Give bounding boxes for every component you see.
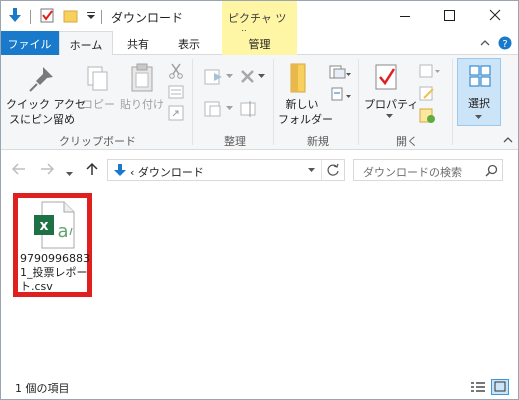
close-button[interactable] <box>472 1 519 31</box>
new-folder-qat-icon[interactable] <box>63 9 78 23</box>
tab-manage[interactable]: 管理 <box>222 31 297 55</box>
properties-check-icon[interactable] <box>40 8 55 23</box>
up-button[interactable] <box>86 162 98 180</box>
group-separator <box>358 59 359 145</box>
new-group-label: 新規 <box>307 135 329 148</box>
forward-button[interactable] <box>40 163 55 179</box>
history-icon[interactable] <box>419 108 437 124</box>
cut-icon[interactable] <box>168 63 184 79</box>
ribbon-collapse-icon[interactable] <box>478 36 492 50</box>
select-label: 選択 <box>468 97 490 110</box>
svg-text:?: ? <box>502 39 507 50</box>
clipboard-group-label: クリップボード <box>59 135 136 148</box>
qat-separator <box>30 10 31 24</box>
copy-path-icon[interactable] <box>168 85 184 99</box>
minimize-button[interactable] <box>382 1 427 31</box>
new-folder-label-line1: 新しい <box>285 98 319 111</box>
address-path: ‹ ダウンロード <box>130 166 204 179</box>
tab-file[interactable]: ファイル <box>0 31 59 55</box>
new-item-icon[interactable] <box>329 64 351 82</box>
delete-dropdown-icon[interactable] <box>258 74 266 80</box>
group-separator <box>273 59 274 145</box>
svg-text:a: a <box>57 221 68 242</box>
large-icons-view-icon[interactable] <box>491 379 509 395</box>
group-separator <box>452 59 453 145</box>
properties-icon <box>375 64 397 90</box>
copy-to-dropdown-icon[interactable] <box>226 106 234 112</box>
address-bar[interactable]: ‹ ダウンロード <box>107 159 345 181</box>
delete-icon[interactable] <box>240 69 256 85</box>
minimize-icon <box>400 16 410 17</box>
properties-button[interactable]: プロパティ <box>364 97 418 112</box>
pin-label-line1: クイック アクセ <box>6 98 86 111</box>
download-folder-icon <box>9 8 21 22</box>
select-dropdown-icon <box>475 115 482 119</box>
excel-csv-icon: x a <box>34 201 75 249</box>
copy-icon <box>87 66 108 91</box>
pin-quick-access-button[interactable]: クイック アクセ スにピン留め <box>6 97 86 127</box>
back-button[interactable] <box>11 163 26 179</box>
refresh-icon[interactable] <box>326 163 340 177</box>
new-folder-button[interactable]: 新しい フォルダー <box>278 97 333 127</box>
move-to-icon[interactable] <box>204 67 228 87</box>
open-group-label: 開く <box>396 135 418 148</box>
ribbon-pin-collapse-icon[interactable] <box>502 135 514 145</box>
open-icon[interactable] <box>419 64 441 80</box>
address-dropdown-icon[interactable] <box>308 168 316 174</box>
new-folder-label-line2: フォルダー <box>278 113 333 126</box>
details-view-icon[interactable] <box>470 381 486 393</box>
tab-share[interactable]: 共有 <box>113 31 163 55</box>
paste-button[interactable]: 貼り付け <box>120 97 164 112</box>
new-folder-icon <box>290 63 306 93</box>
address-separator <box>321 160 322 180</box>
properties-dropdown-icon[interactable] <box>386 114 394 120</box>
maximize-button[interactable] <box>427 1 472 31</box>
maximize-icon <box>444 10 455 21</box>
window-title: ダウンロード <box>111 11 184 25</box>
group-separator <box>192 59 193 145</box>
recent-dropdown-icon <box>66 172 73 176</box>
paste-icon <box>131 63 153 92</box>
picture-tools-header: ピクチャ ツール <box>222 1 297 41</box>
easy-access-icon[interactable] <box>329 86 351 104</box>
close-icon <box>489 9 501 21</box>
recent-locations-button[interactable] <box>66 166 74 182</box>
search-box[interactable]: ダウンロードの検索 <box>353 159 503 181</box>
title-separator <box>101 10 102 24</box>
download-location-icon <box>114 164 126 176</box>
qat-dropdown-icon[interactable] <box>86 11 96 21</box>
search-icon[interactable] <box>485 164 498 177</box>
help-icon[interactable]: ? <box>498 36 512 50</box>
edit-icon[interactable] <box>419 86 437 102</box>
tab-view[interactable]: 表示 <box>163 31 215 55</box>
title-bar: ダウンロード ピクチャ ツール <box>0 0 519 41</box>
forward-arrow-icon <box>41 163 55 175</box>
ribbon-tab-row: ファイル ホーム 共有 表示 管理 ? <box>0 31 519 56</box>
tab-home[interactable]: ホーム <box>59 31 113 56</box>
pin-icon <box>29 67 53 92</box>
rename-icon[interactable] <box>240 99 258 119</box>
svg-text:x: x <box>39 218 48 234</box>
select-button[interactable]: 選択 <box>457 58 501 126</box>
select-grid-icon <box>469 65 491 87</box>
copy-to-icon[interactable] <box>204 99 228 119</box>
organize-group-label: 整理 <box>224 135 246 148</box>
up-arrow-icon <box>86 162 98 175</box>
search-placeholder: ダウンロードの検索 <box>363 166 462 179</box>
file-name: 97909968831_投票レポート.csv <box>20 252 90 293</box>
item-count: 1 個の項目 <box>15 382 70 395</box>
copy-button[interactable]: コピー <box>82 97 115 112</box>
back-arrow-icon <box>11 163 25 175</box>
ribbon: クイック アクセ スにピン留め コピー 貼り付け クリップボード 整理 新しい … <box>0 55 519 150</box>
status-bar: 1 個の項目 <box>0 374 519 400</box>
paste-shortcut-icon[interactable] <box>168 105 184 121</box>
move-to-dropdown-icon[interactable] <box>226 74 234 80</box>
file-item[interactable]: x a 97909968831_投票レポート.csv <box>13 193 92 297</box>
pin-label-line2: スにピン留め <box>9 113 75 126</box>
